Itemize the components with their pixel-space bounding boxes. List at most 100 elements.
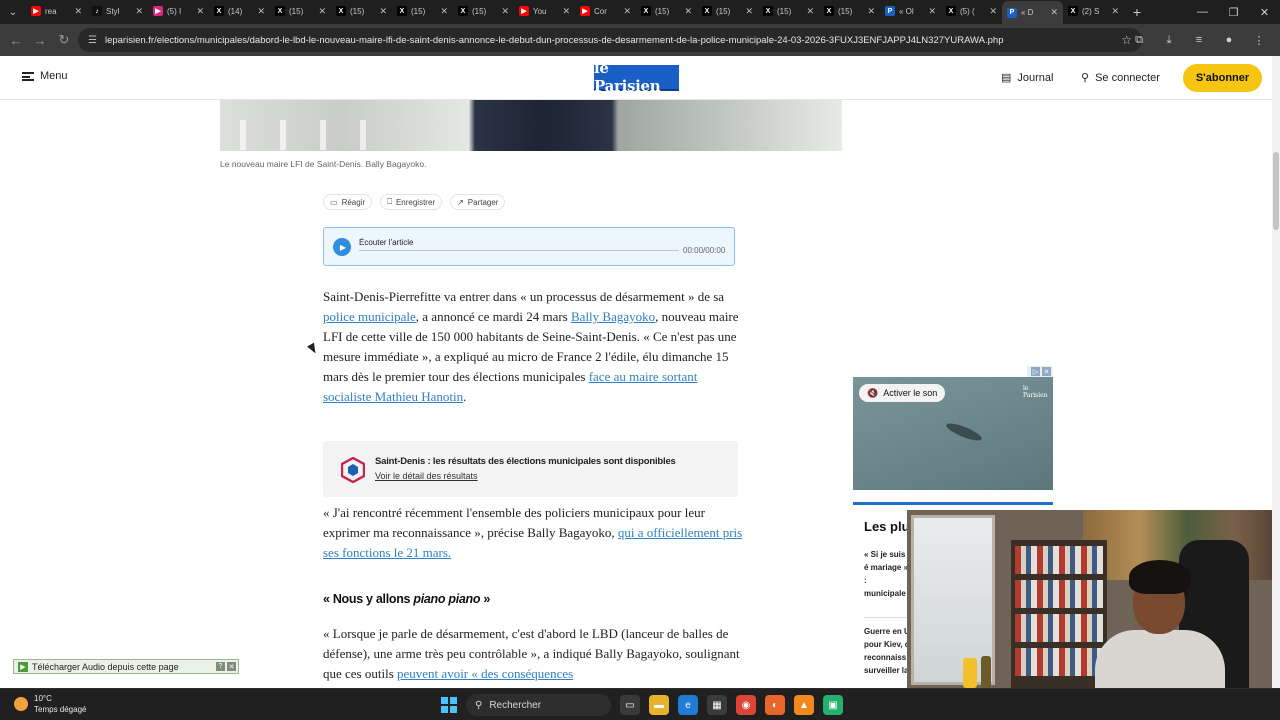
taskbar-search[interactable]: ⚲ Rechercher <box>466 694 611 716</box>
browser-tab[interactable]: ♪ Styl ✕ <box>87 0 148 22</box>
forward-icon[interactable]: → <box>28 28 52 52</box>
download-icon[interactable]: ⤓ <box>1158 28 1180 52</box>
browser-tab[interactable]: ▶ rea ✕ <box>26 0 87 22</box>
browser-tab[interactable]: X (15) ✕ <box>758 0 819 22</box>
audio-download-bar[interactable]: ▶ Télécharger Audio depuis cette page ? … <box>13 659 239 674</box>
tab-close-icon[interactable]: ✕ <box>562 6 570 17</box>
chrome-icon[interactable]: ◉ <box>736 695 756 715</box>
app-icon[interactable]: ▣ <box>823 695 843 715</box>
tab-search-icon[interactable]: ⌄ <box>0 0 26 24</box>
tab-close-icon[interactable]: ✕ <box>196 6 204 17</box>
le-parisien-logo[interactable]: le Parisien <box>594 59 679 95</box>
windows-start-icon[interactable] <box>441 697 457 713</box>
address-bar[interactable]: ☰ leparisien.fr/elections/municipales/da… <box>78 28 1142 52</box>
browser-tab[interactable]: X (15) ✕ <box>331 0 392 22</box>
weather-condition: Temps dégagé <box>34 705 87 714</box>
save-button[interactable]: ⎕ Enregistrer <box>380 194 443 210</box>
tab-close-icon[interactable]: ✕ <box>257 6 265 17</box>
store-icon[interactable]: ▦ <box>707 695 727 715</box>
browser-tab[interactable]: ▶ (5) I ✕ <box>148 0 209 22</box>
help-icon[interactable]: ? <box>216 662 225 671</box>
ad-video-frame <box>944 420 984 444</box>
browser-tab[interactable]: X (2) S ✕ <box>1063 0 1124 22</box>
tab-close-icon[interactable]: ✕ <box>74 6 82 17</box>
tab-close-icon[interactable]: ✕ <box>135 6 143 17</box>
tab-close-icon[interactable]: ✕ <box>1050 7 1058 18</box>
browser-toolbar: ← → ↻ ☰ leparisien.fr/elections/municipa… <box>0 24 1280 56</box>
browser-tab[interactable]: X (15) ✕ <box>697 0 758 22</box>
play-icon[interactable]: ▶ <box>333 238 351 256</box>
firefox-icon[interactable]: ◐ <box>765 695 785 715</box>
tab-close-icon[interactable]: ✕ <box>318 6 326 17</box>
browser-tab[interactable]: ▶ Cor ✕ <box>575 0 636 22</box>
tab-close-icon[interactable]: ✕ <box>1111 6 1119 17</box>
vlc-icon[interactable]: ▲ <box>794 695 814 715</box>
unmute-button[interactable]: 🔇 Activer le son <box>859 384 946 402</box>
subscribe-button[interactable]: S'abonner <box>1183 64 1262 92</box>
back-icon[interactable]: ← <box>4 28 28 52</box>
restore-icon[interactable]: ❐ <box>1218 0 1249 24</box>
leparisien-icon: P <box>885 6 895 16</box>
share-button[interactable]: ↗ Partager <box>450 194 506 210</box>
browser-menu-icon[interactable]: ⋮ <box>1248 28 1270 52</box>
tab-label: (15) <box>289 6 304 16</box>
tab-close-icon[interactable]: ✕ <box>623 6 631 17</box>
browser-tab[interactable]: P « Ol ✕ <box>880 0 941 22</box>
profile-avatar-icon[interactable]: ● <box>1218 28 1240 52</box>
browser-tab[interactable]: X (15) ✕ <box>392 0 453 22</box>
menu-button[interactable]: Menu <box>22 70 68 82</box>
most-read-item[interactable]: « Si je suis é mariage » : municipale pr… <box>864 548 910 604</box>
task-view-icon[interactable]: ▭ <box>620 695 640 715</box>
tab-close-icon[interactable]: ✕ <box>989 6 997 17</box>
instagram-icon: ▶ <box>153 6 163 16</box>
election-results-box[interactable]: Saint-Denis : les résultats des élection… <box>323 441 738 497</box>
audio-progress-track[interactable] <box>359 250 679 251</box>
browser-tab[interactable]: X (15) ✕ <box>453 0 514 22</box>
file-explorer-icon[interactable]: ▬ <box>649 695 669 715</box>
react-button[interactable]: ▭ Réagir <box>323 194 373 210</box>
tab-close-icon[interactable]: ✕ <box>684 6 692 17</box>
site-info-icon[interactable]: ☰ <box>88 35 97 46</box>
results-link[interactable]: Voir le détail des résultats <box>375 471 478 481</box>
minimize-icon[interactable]: — <box>1187 0 1218 24</box>
tab-label: (5) I <box>167 6 182 16</box>
most-read-item[interactable]: Guerre en U pour Kiev, c reconnaiss surv… <box>864 625 910 677</box>
tab-close-icon[interactable]: ✕ <box>806 6 814 17</box>
edge-icon[interactable]: e <box>678 695 698 715</box>
tab-close-icon[interactable]: ✕ <box>745 6 753 17</box>
tab-close-icon[interactable]: ✕ <box>928 6 936 17</box>
video-ad[interactable]: 🔇 Activer le son le Parisien <box>853 377 1053 490</box>
consequences-link[interactable]: peuvent avoir « des conséquences <box>397 666 573 681</box>
youtube-icon: ▶ <box>519 6 529 16</box>
login-link[interactable]: ⚲ Se connecter <box>1081 71 1160 85</box>
audio-label: Écouter l'article <box>359 238 414 247</box>
browser-tab[interactable]: ▶ You ✕ <box>514 0 575 22</box>
streamer-body <box>1095 630 1225 688</box>
scrollbar-thumb[interactable] <box>1273 152 1279 230</box>
browser-tab[interactable]: P « D ✕ <box>1002 1 1063 24</box>
reload-icon[interactable]: ↻ <box>52 28 76 52</box>
browser-tab[interactable]: X (15) ✕ <box>636 0 697 22</box>
close-icon[interactable]: ✕ <box>227 662 236 671</box>
browser-tab[interactable]: X (15) ✕ <box>270 0 331 22</box>
ad-info-icon[interactable]: ▷ <box>1031 367 1040 376</box>
media-icon[interactable]: ≡ <box>1188 28 1210 52</box>
close-window-icon[interactable]: ✕ <box>1249 0 1280 24</box>
tab-close-icon[interactable]: ✕ <box>379 6 387 17</box>
extensions-icon[interactable]: ⧉ <box>1128 28 1150 52</box>
tab-close-icon[interactable]: ✕ <box>501 6 509 17</box>
subheading-italic: piano piano <box>413 592 481 606</box>
page-scrollbar[interactable] <box>1272 56 1280 688</box>
streamer-hair <box>1129 560 1191 594</box>
tab-close-icon[interactable]: ✕ <box>867 6 875 17</box>
tab-close-icon[interactable]: ✕ <box>440 6 448 17</box>
new-tab-button[interactable]: + <box>1124 4 1150 20</box>
browser-tab[interactable]: X (5) (✕ <box>941 0 1002 22</box>
journal-link[interactable]: ▤ Journal <box>1001 71 1053 85</box>
browser-tab[interactable]: X (15) ✕ <box>819 0 880 22</box>
weather-widget[interactable]: 10°C Temps dégagé <box>14 693 86 715</box>
browser-tab[interactable]: X (14) ✕ <box>209 0 270 22</box>
bally-bagayoko-link[interactable]: Bally Bagayoko <box>571 309 655 324</box>
police-municipale-link[interactable]: police municipale <box>323 309 416 324</box>
ad-close-icon[interactable]: ✕ <box>1042 367 1051 376</box>
